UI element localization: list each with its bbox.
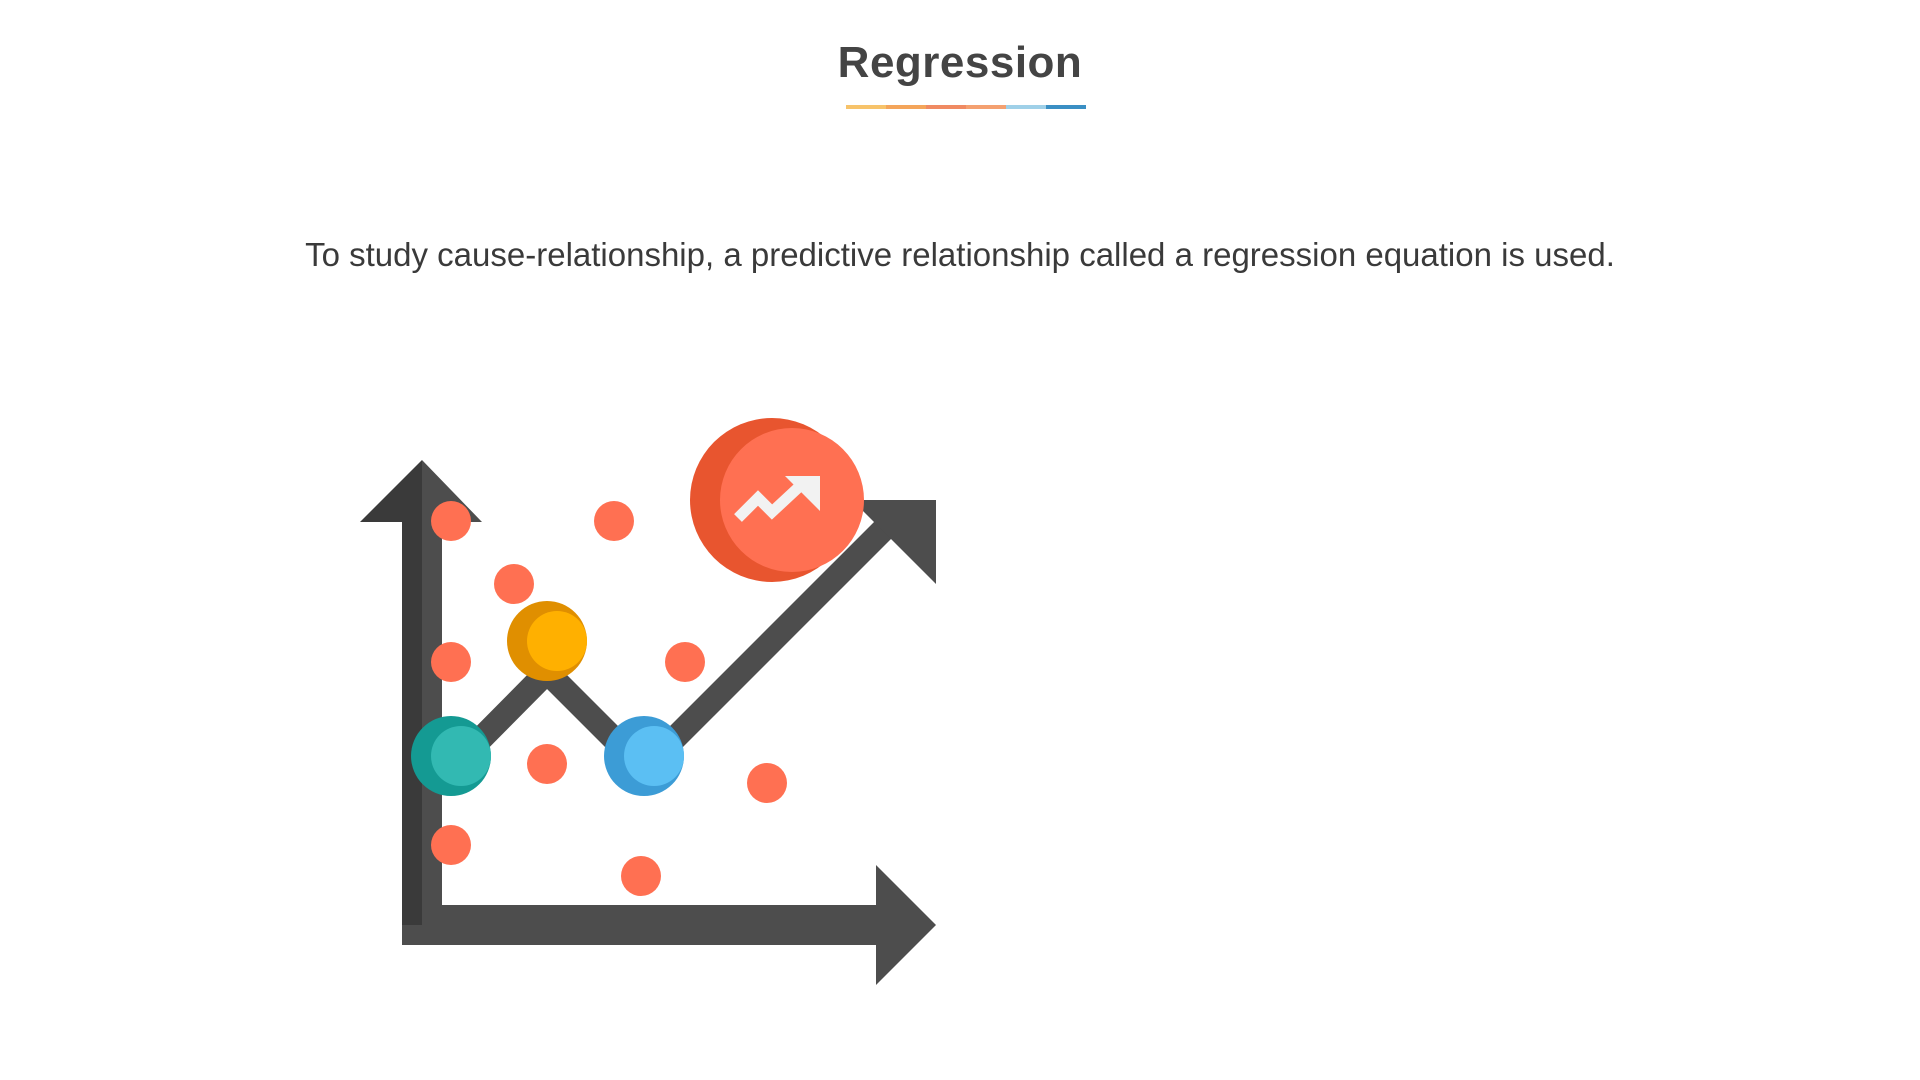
underline-segment-6	[1046, 105, 1086, 109]
regression-chart-svg	[360, 418, 936, 985]
scatter-point	[494, 564, 534, 604]
node-teal	[431, 726, 491, 786]
node-blue	[624, 726, 684, 786]
x-axis-arrowhead	[876, 865, 936, 985]
slide-description: To study cause-relationship, a predictiv…	[305, 236, 1615, 273]
scatter-point	[431, 642, 471, 682]
scatter-point	[665, 642, 705, 682]
underline-segment-5	[1006, 105, 1046, 109]
underline-segment-4	[966, 105, 1006, 109]
scatter-point	[431, 825, 471, 865]
underline-segment-2	[886, 105, 926, 109]
node-yellow	[527, 611, 587, 671]
regression-chart-icon	[330, 400, 990, 1020]
slide: Regression To study cause-relationship, …	[0, 0, 1920, 1080]
scatter-point	[594, 501, 634, 541]
scatter-point	[527, 744, 567, 784]
scatter-point	[747, 763, 787, 803]
underline-segment-3	[926, 105, 966, 109]
x-axis-shaft	[402, 905, 880, 945]
title-underline	[846, 105, 1086, 109]
slide-title: Regression	[837, 38, 1083, 87]
scatter-point	[621, 856, 661, 896]
underline-segment-1	[846, 105, 886, 109]
scatter-point	[431, 501, 471, 541]
y-axis-arrowhead-shadow	[360, 460, 422, 522]
